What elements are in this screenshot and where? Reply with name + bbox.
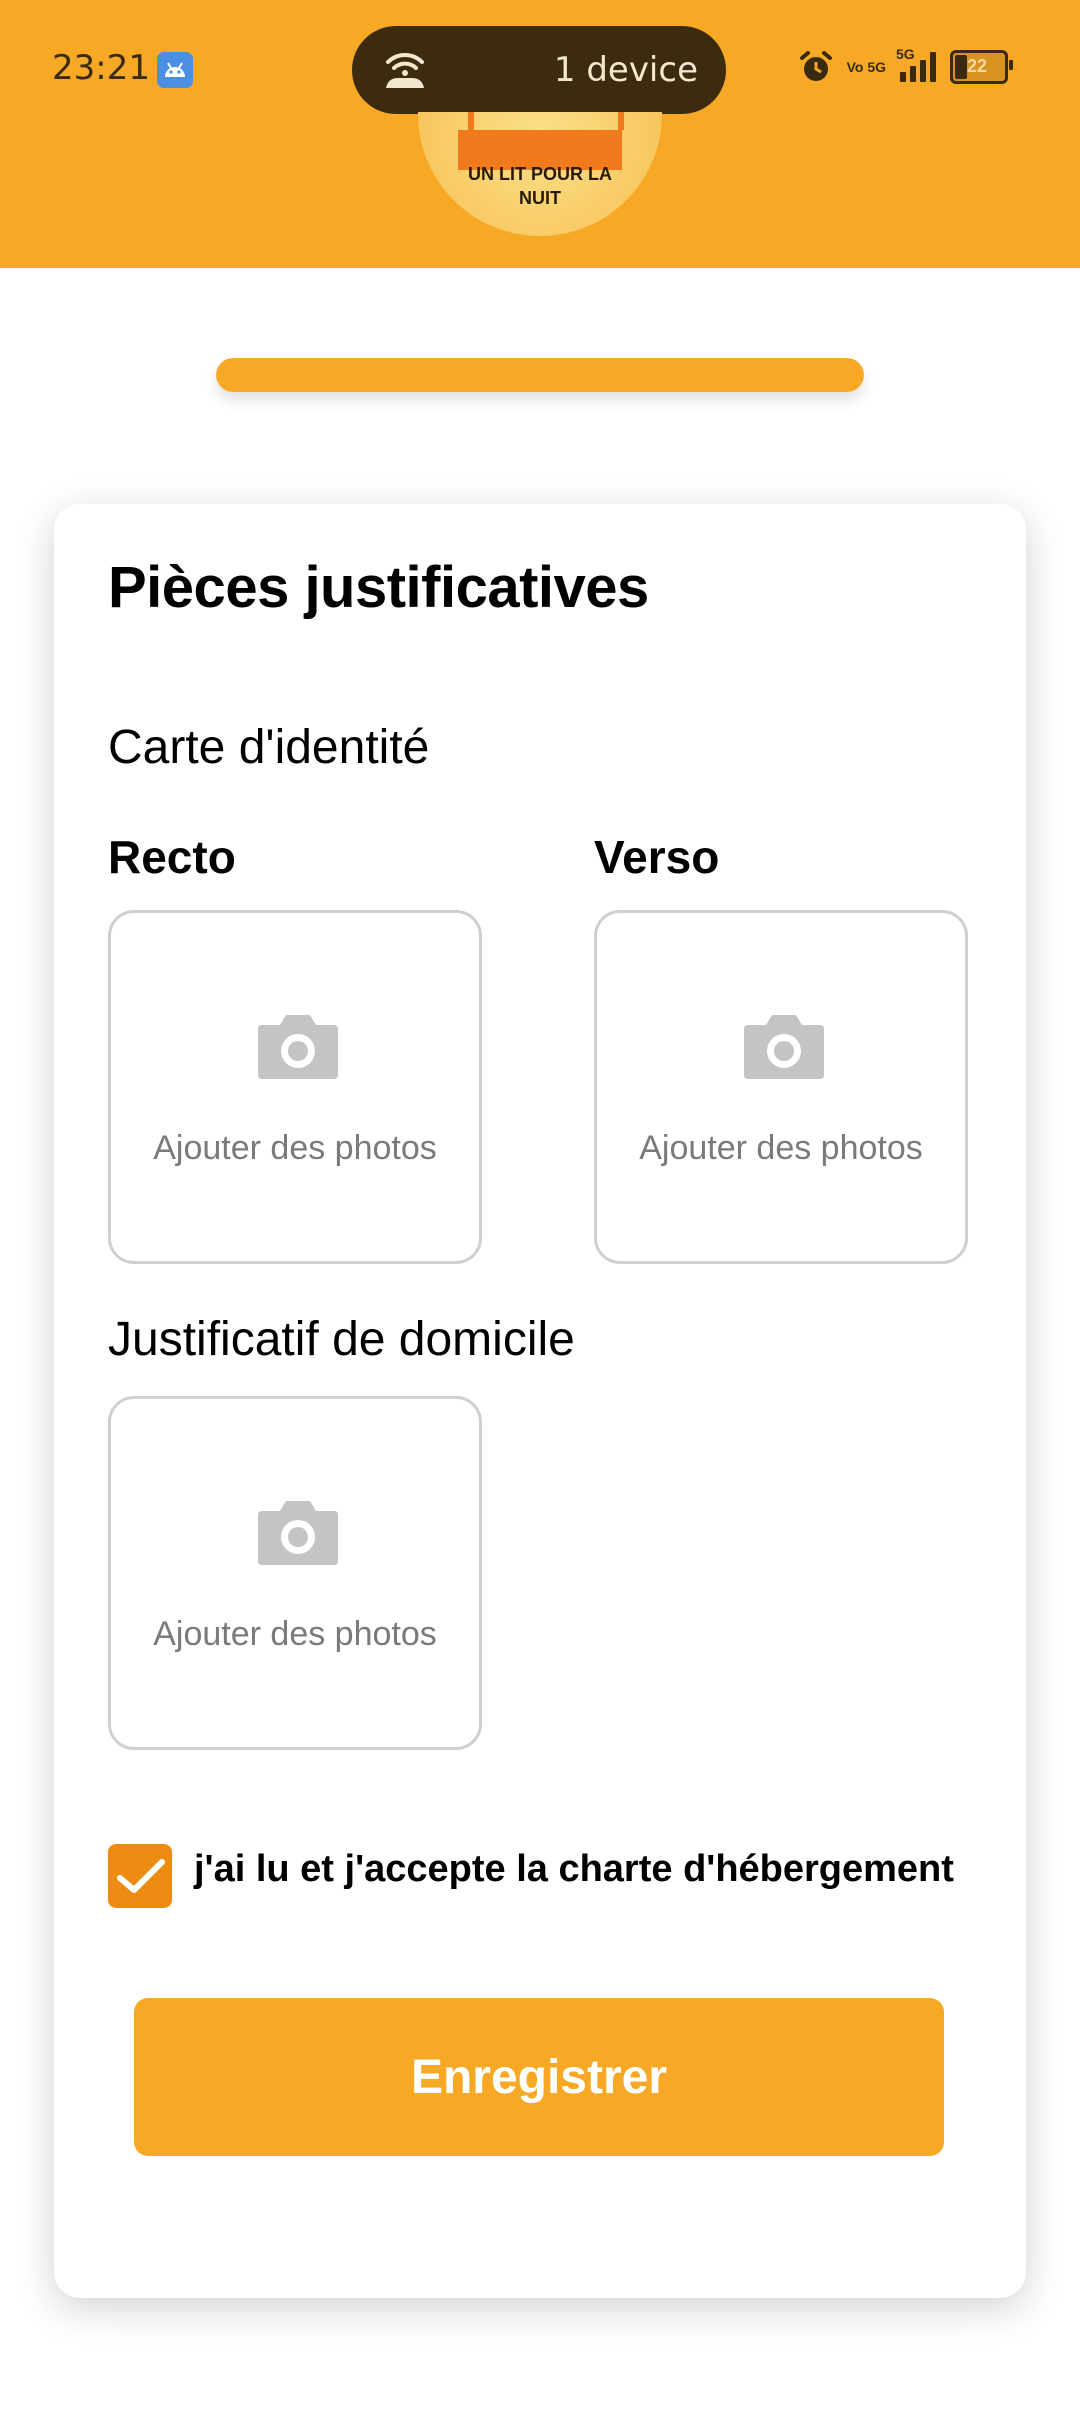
- id-card-section-label: Carte d'identité: [108, 721, 430, 774]
- upload-placeholder: Ajouter des photos: [153, 1129, 437, 1167]
- status-time: 23:21: [52, 48, 150, 88]
- status-icons: Vo 5G 5G 22: [799, 46, 1013, 84]
- progress-fill: [216, 358, 864, 392]
- camera-icon: [256, 1011, 340, 1084]
- progress-bar: [216, 358, 864, 392]
- camera-icon: [742, 1011, 826, 1084]
- app-logo: UN LIT POUR LA NUIT: [418, 112, 662, 236]
- address-proof-section-label: Justificatif de domicile: [108, 1313, 575, 1366]
- logo-text: UN LIT POUR LA NUIT: [468, 164, 612, 208]
- documents-card: Pièces justificatives Carte d'identité R…: [54, 504, 1026, 2298]
- page-title: Pièces justificatives: [108, 555, 649, 620]
- app-header: 23:21 1 device Vo 5G 5G 22 UN LIT POUR L…: [0, 0, 1080, 268]
- back-label: Verso: [594, 831, 720, 883]
- battery-level: 22: [967, 56, 988, 76]
- upload-address-proof-button[interactable]: Ajouter des photos: [108, 1396, 482, 1750]
- upload-front-button[interactable]: Ajouter des photos: [108, 910, 482, 1264]
- save-button[interactable]: Enregistrer: [134, 1998, 944, 2156]
- hotspot-text: 1 device: [553, 50, 698, 90]
- front-label: Recto: [108, 831, 236, 883]
- battery-icon: 22: [950, 50, 1013, 84]
- volte-indicator: Vo 5G: [846, 59, 886, 75]
- android-notification-icon: [157, 52, 193, 88]
- signal-icon: 5G: [896, 46, 936, 82]
- alarm-icon: [799, 51, 832, 81]
- network-type: 5G: [896, 46, 915, 62]
- consent-checkbox[interactable]: [108, 1844, 172, 1908]
- camera-icon: [256, 1497, 340, 1570]
- hotspot-pill[interactable]: 1 device: [352, 26, 726, 114]
- checkmark-icon: [117, 1859, 165, 1893]
- upload-placeholder: Ajouter des photos: [153, 1615, 437, 1653]
- upload-back-button[interactable]: Ajouter des photos: [594, 910, 968, 1264]
- hotspot-icon: [382, 48, 428, 95]
- consent-label[interactable]: j'ai lu et j'accepte la charte d'héberge…: [194, 1848, 954, 1891]
- upload-placeholder: Ajouter des photos: [639, 1129, 923, 1167]
